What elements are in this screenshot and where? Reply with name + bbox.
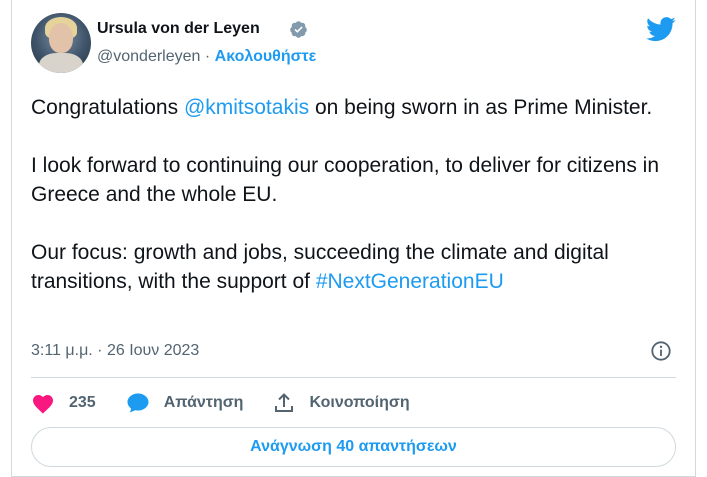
tweet-timestamp[interactable]: 3:11 μ.μ. · 26 Ιουν 2023 [31,342,199,360]
read-replies-button[interactable]: Ανάγνωση 40 απαντήσεων [31,427,676,467]
share-icon [275,393,294,412]
avatar[interactable] [31,13,91,73]
author-handle-row: @vonderleyen · Ακολουθήστε [97,48,316,66]
divider [31,377,676,378]
like-button[interactable]: 235 [31,392,96,414]
heart-icon [33,395,53,414]
twitter-bird-icon[interactable] [646,17,676,42]
follow-link[interactable]: Ακολουθήστε [215,48,317,65]
tweet-paragraph-3: Our focus: growth and jobs, succeeding t… [31,241,609,293]
author-handle[interactable]: @vonderleyen [97,48,200,65]
author-name[interactable]: Ursula von der Leyen [97,20,260,38]
tweet-text: Congratulations @kmitsotakis on being sw… [31,93,681,296]
hashtag-link[interactable]: #NextGenerationEU [316,270,504,293]
mention-link[interactable]: @kmitsotakis [184,96,309,119]
reply-button[interactable]: Απάντηση [126,392,244,414]
reply-label: Απάντηση [163,394,244,411]
verified-badge-icon [290,21,307,38]
likes-count: 235 [69,394,96,411]
reply-bubble-icon [127,393,149,413]
tweet-paragraph-2: I look forward to continuing our coopera… [31,154,660,206]
tweet-paragraph-1: Congratulations @kmitsotakis on being sw… [31,96,653,119]
share-label: Κοινοποίηση [309,394,410,411]
tweet-actions: 235 Απάντηση Κοινοποίηση [31,390,440,416]
share-button[interactable]: Κοινοποίηση [273,392,410,414]
separator: · [204,48,211,65]
info-icon[interactable] [650,340,672,362]
